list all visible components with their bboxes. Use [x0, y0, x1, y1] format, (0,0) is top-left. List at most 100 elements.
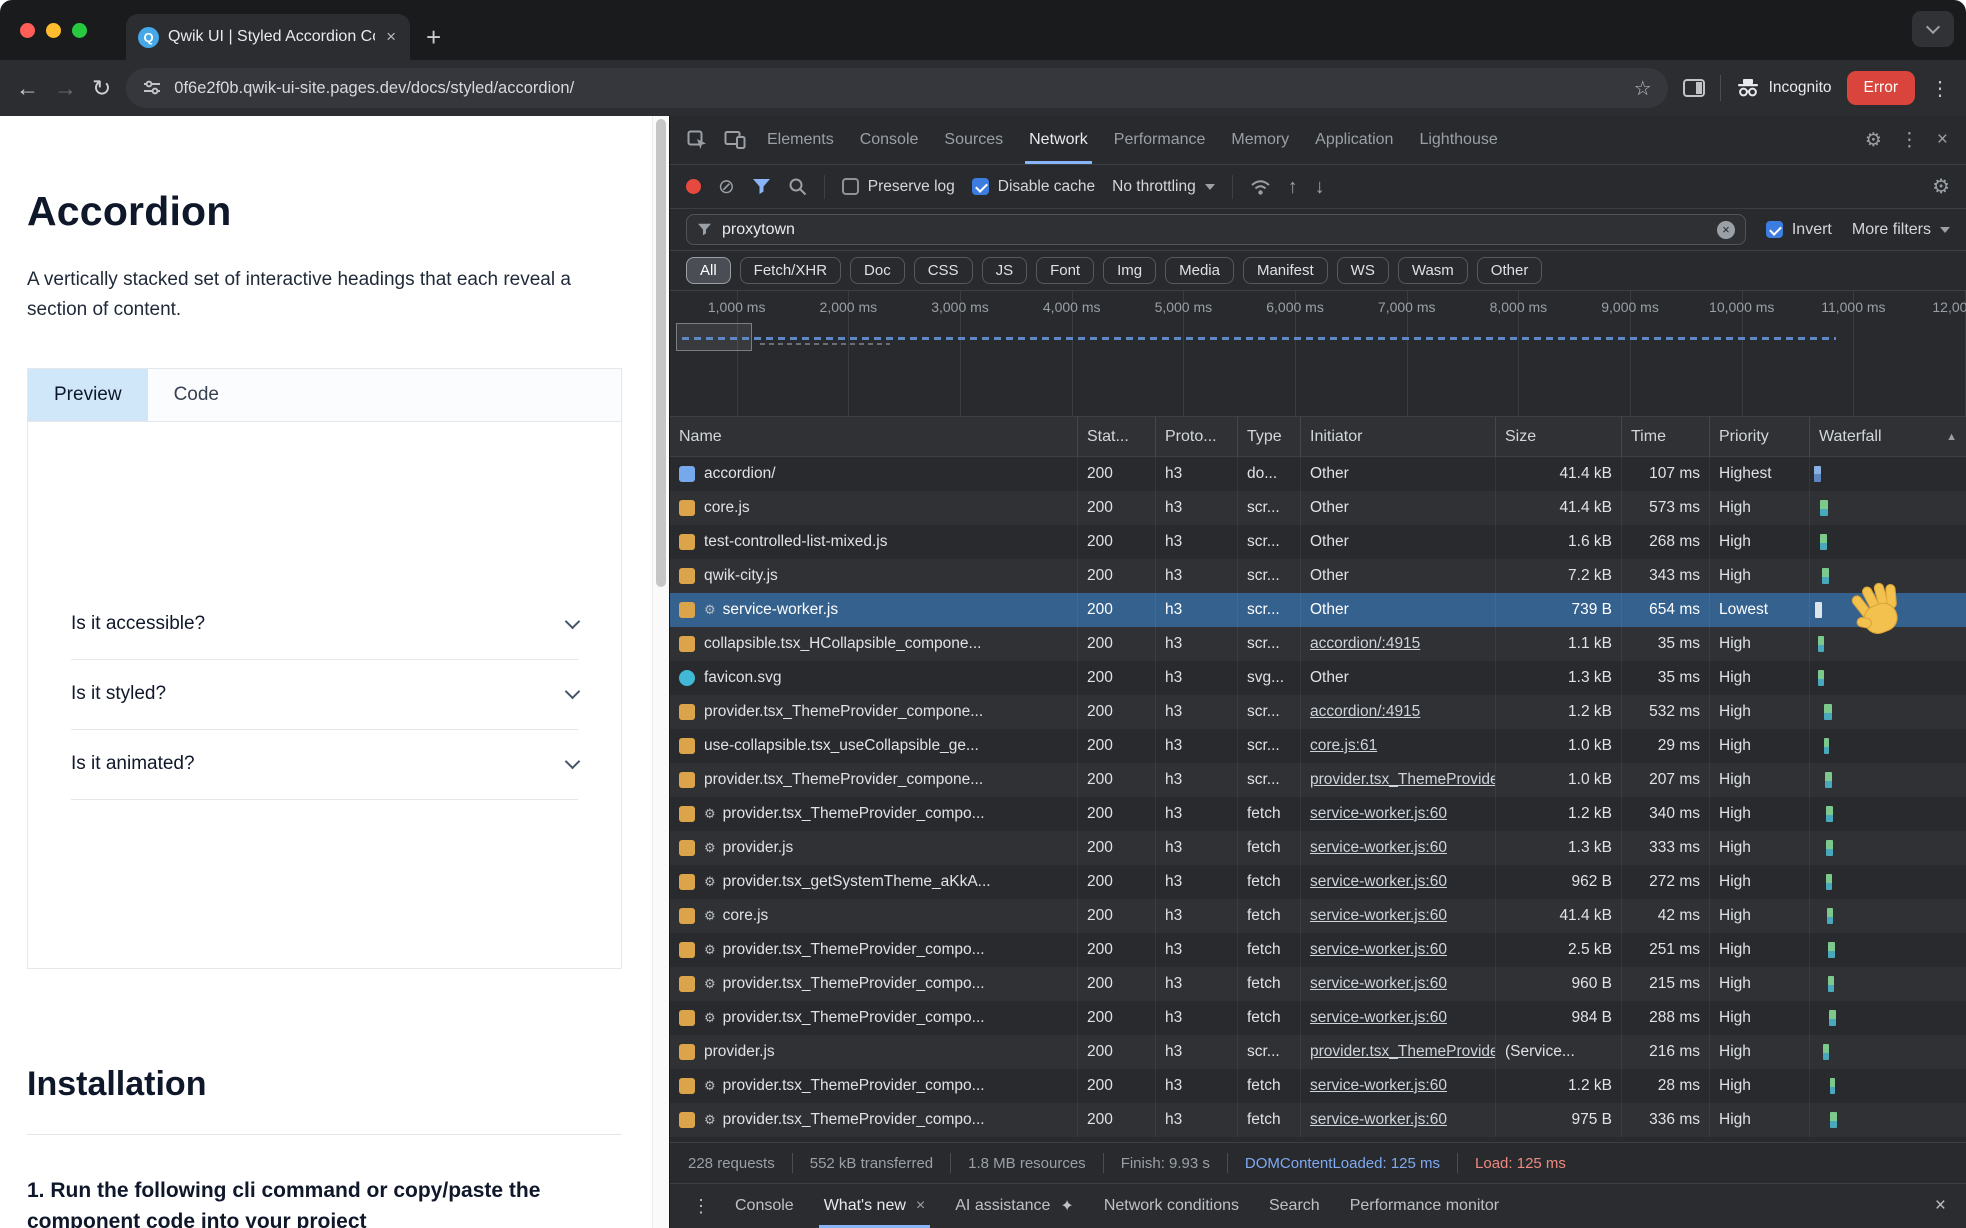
table-row[interactable]: ⚙provider.tsx_ThemeProvider_compo...200h…: [670, 933, 1966, 967]
column-header-initiator[interactable]: Initiator: [1301, 417, 1496, 456]
filter-chip-js[interactable]: JS: [982, 257, 1028, 284]
table-row[interactable]: ⚙provider.tsx_ThemeProvider_compo...200h…: [670, 797, 1966, 831]
drawer-tab-network-conditions[interactable]: Network conditions: [1089, 1184, 1254, 1228]
devtools-settings-icon[interactable]: ⚙: [1865, 129, 1882, 152]
column-header-type[interactable]: Type: [1238, 417, 1301, 456]
filter-chip-doc[interactable]: Doc: [850, 257, 905, 284]
close-icon[interactable]: ×: [916, 1197, 925, 1215]
table-row[interactable]: qwik-city.js200h3scr...Other7.2 kB343 ms…: [670, 559, 1966, 593]
search-icon[interactable]: [788, 177, 807, 196]
initiator-link[interactable]: service-worker.js:60: [1310, 805, 1447, 823]
bookmark-star-icon[interactable]: ☆: [1634, 76, 1652, 101]
devtools-menu-icon[interactable]: ⋮: [1900, 129, 1919, 152]
more-filters-dropdown[interactable]: More filters: [1852, 221, 1950, 239]
filter-chip-other[interactable]: Other: [1477, 257, 1543, 284]
table-row[interactable]: provider.tsx_ThemeProvider_compone...200…: [670, 695, 1966, 729]
column-header-proto[interactable]: Proto...: [1156, 417, 1238, 456]
table-row[interactable]: ⚙provider.tsx_ThemeProvider_compo...200h…: [670, 1001, 1966, 1035]
table-row[interactable]: test-controlled-list-mixed.js200h3scr...…: [670, 525, 1966, 559]
drawer-tab-what-s-new[interactable]: What's new×: [809, 1184, 941, 1228]
throttling-select[interactable]: No throttling: [1112, 178, 1215, 196]
clear-filter-icon[interactable]: ×: [1717, 221, 1735, 239]
disable-cache-control[interactable]: Disable cache: [972, 178, 1095, 196]
browser-menu-icon[interactable]: ⋮: [1930, 76, 1950, 101]
back-button[interactable]: ←: [16, 77, 39, 100]
initiator-link[interactable]: accordion/:4915: [1310, 635, 1420, 653]
filter-chip-fetch-xhr[interactable]: Fetch/XHR: [740, 257, 841, 284]
filter-chip-manifest[interactable]: Manifest: [1243, 257, 1328, 284]
column-header-time[interactable]: Time: [1622, 417, 1710, 456]
network-settings-icon[interactable]: ⚙: [1932, 177, 1950, 197]
devtools-tab-elements[interactable]: Elements: [754, 116, 847, 164]
preserve-log-control[interactable]: Preserve log: [842, 178, 955, 196]
filter-chip-img[interactable]: Img: [1103, 257, 1156, 284]
initiator-link[interactable]: service-worker.js:60: [1310, 1077, 1447, 1095]
filter-chip-css[interactable]: CSS: [914, 257, 973, 284]
disable-cache-checkbox[interactable]: [972, 178, 989, 195]
devtools-tab-network[interactable]: Network: [1016, 116, 1101, 164]
tab-code[interactable]: Code: [148, 369, 245, 421]
table-row[interactable]: core.js200h3scr...Other41.4 kB573 msHigh: [670, 491, 1966, 525]
devtools-tab-application[interactable]: Application: [1302, 116, 1406, 164]
reload-button[interactable]: ↻: [92, 77, 111, 100]
filter-chip-font[interactable]: Font: [1036, 257, 1094, 284]
new-tab-button[interactable]: +: [426, 24, 441, 50]
accordion-item-is-it-styled[interactable]: Is it styled?: [71, 660, 578, 730]
table-row[interactable]: ⚙provider.tsx_ThemeProvider_compo...200h…: [670, 1103, 1966, 1137]
table-row[interactable]: favicon.svg200h3svg...Other1.3 kB35 msHi…: [670, 661, 1966, 695]
table-row[interactable]: accordion/200h3do...Other41.4 kB107 msHi…: [670, 457, 1966, 491]
error-button[interactable]: Error: [1847, 71, 1915, 105]
network-conditions-icon[interactable]: [1250, 178, 1271, 196]
preserve-log-checkbox[interactable]: [842, 178, 859, 195]
devtools-close-icon[interactable]: ×: [1937, 129, 1948, 151]
accordion-item-is-it-animated[interactable]: Is it animated?: [71, 730, 578, 800]
drawer-tab-ai-assistance[interactable]: AI assistance✦: [940, 1184, 1089, 1228]
table-row[interactable]: ⚙provider.tsx_ThemeProvider_compo...200h…: [670, 967, 1966, 1001]
table-row[interactable]: ⚙provider.tsx_ThemeProvider_compo...200h…: [670, 1069, 1966, 1103]
devtools-tab-performance[interactable]: Performance: [1101, 116, 1219, 164]
devtools-tab-lighthouse[interactable]: Lighthouse: [1406, 116, 1510, 164]
column-header-priority[interactable]: Priority: [1710, 417, 1810, 456]
filter-chip-wasm[interactable]: Wasm: [1398, 257, 1468, 284]
page-scrollbar-thumb[interactable]: [656, 119, 666, 587]
network-overview-timeline[interactable]: 1,000 ms2,000 ms3,000 ms4,000 ms5,000 ms…: [670, 291, 1966, 417]
drawer-close-icon[interactable]: ×: [1927, 1195, 1954, 1217]
page-scrollbar[interactable]: [652, 116, 669, 1228]
browser-tab[interactable]: Q Qwik UI | Styled Accordion Co ×: [126, 14, 410, 60]
filter-icon[interactable]: [752, 178, 771, 195]
forward-button[interactable]: →: [54, 77, 77, 100]
import-har-icon[interactable]: ↑: [1288, 177, 1298, 197]
table-row[interactable]: provider.tsx_ThemeProvider_compone...200…: [670, 763, 1966, 797]
initiator-link[interactable]: service-worker.js:60: [1310, 839, 1447, 857]
initiator-link[interactable]: provider.tsx_ThemeProvider: [1310, 1043, 1496, 1061]
network-filter-input[interactable]: [722, 221, 1707, 239]
initiator-link[interactable]: service-worker.js:60: [1310, 941, 1447, 959]
initiator-link[interactable]: service-worker.js:60: [1310, 1111, 1447, 1129]
column-header-waterfall[interactable]: Waterfall▲: [1810, 417, 1966, 456]
devtools-tab-console[interactable]: Console: [847, 116, 932, 164]
window-menu-button[interactable]: [1912, 11, 1954, 47]
initiator-link[interactable]: service-worker.js:60: [1310, 907, 1447, 925]
minimize-window-button[interactable]: [46, 23, 61, 38]
filter-box[interactable]: ×: [686, 214, 1746, 245]
devtools-tab-sources[interactable]: Sources: [931, 116, 1016, 164]
column-header-name[interactable]: Name: [670, 417, 1078, 456]
devtools-tab-memory[interactable]: Memory: [1218, 116, 1302, 164]
initiator-link[interactable]: provider.tsx_ThemeProvider: [1310, 771, 1496, 789]
column-header-size[interactable]: Size: [1496, 417, 1622, 456]
table-row[interactable]: ⚙service-worker.js200h3scr...Other739 B6…: [670, 593, 1966, 627]
table-row[interactable]: provider.js200h3scr...provider.tsx_Theme…: [670, 1035, 1966, 1069]
record-network-log-button[interactable]: [686, 179, 701, 194]
initiator-link[interactable]: core.js:61: [1310, 737, 1377, 755]
column-header-stat[interactable]: Stat...: [1078, 417, 1156, 456]
device-toolbar-icon[interactable]: [716, 130, 754, 150]
drawer-menu-icon[interactable]: ⋮: [682, 1196, 720, 1217]
drawer-tab-console[interactable]: Console: [720, 1184, 809, 1228]
tab-preview[interactable]: Preview: [28, 369, 148, 421]
url-bar[interactable]: 0f6e2f0b.qwik-ui-site.pages.dev/docs/sty…: [126, 68, 1667, 108]
drawer-tab-search[interactable]: Search: [1254, 1184, 1335, 1228]
zoom-window-button[interactable]: [72, 23, 87, 38]
initiator-link[interactable]: service-worker.js:60: [1310, 873, 1447, 891]
url-text[interactable]: 0f6e2f0b.qwik-ui-site.pages.dev/docs/sty…: [174, 79, 1621, 98]
drawer-tab-performance-monitor[interactable]: Performance monitor: [1335, 1184, 1514, 1228]
